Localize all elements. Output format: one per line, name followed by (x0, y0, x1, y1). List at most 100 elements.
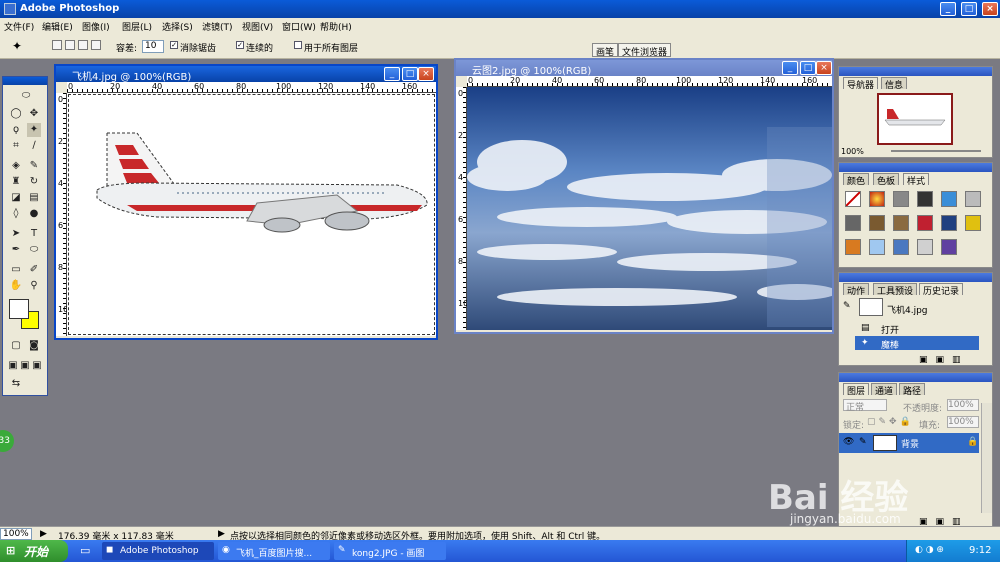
history-brush-icon[interactable]: ↻ (27, 175, 41, 189)
palette-well-brushes[interactable]: 画笔 (592, 43, 619, 58)
magic-wand-tool-icon[interactable]: ✦ (27, 123, 41, 137)
style-swatch[interactable] (845, 215, 861, 231)
close-button[interactable]: × (982, 2, 998, 16)
canvas-airplane[interactable] (67, 93, 436, 336)
fill-input[interactable]: 100% (947, 416, 979, 428)
menu-view[interactable]: 视图(V) (242, 20, 273, 33)
all-layers-checkbox[interactable] (294, 41, 302, 49)
lasso-tool-icon[interactable]: ϙ (9, 123, 23, 137)
menu-image[interactable]: 图像(I) (82, 20, 110, 33)
doc-maximize-button[interactable]: □ (402, 67, 418, 81)
gradient-tool-icon[interactable]: ▤ (27, 191, 41, 205)
style-swatch[interactable] (941, 215, 957, 231)
style-swatch[interactable] (845, 239, 861, 255)
style-swatch[interactable] (965, 215, 981, 231)
intersect-selection-icon[interactable] (91, 40, 101, 50)
status-arrow-icon[interactable]: ▶ (40, 529, 47, 539)
standard-mode-icon[interactable]: ▢ (9, 339, 23, 353)
lock-icons[interactable]: ▢✎✥🔒 (867, 417, 914, 427)
eraser-tool-icon[interactable]: ◪ (9, 191, 23, 205)
blur-tool-icon[interactable]: ◊ (9, 207, 23, 221)
move-tool-icon[interactable]: ✥ (27, 107, 41, 121)
healing-brush-icon[interactable]: ◈ (9, 159, 23, 173)
brush-link-icon[interactable]: ✎ (859, 437, 867, 447)
navigator-preview[interactable] (877, 93, 953, 145)
palette-header[interactable] (839, 273, 992, 282)
history-footer-buttons[interactable]: ▣▣▥ (919, 355, 969, 365)
maximize-button[interactable]: □ (961, 2, 977, 16)
style-swatch[interactable] (917, 239, 933, 255)
eyedropper-icon[interactable]: ✐ (27, 263, 41, 277)
style-swatch[interactable] (965, 191, 981, 207)
style-swatch[interactable] (893, 239, 909, 255)
palette-header[interactable] (839, 373, 992, 382)
dodge-tool-icon[interactable]: ● (27, 207, 41, 221)
tray-icons[interactable]: ◐ ◑ ⊕ (915, 545, 944, 555)
doc-maximize-button[interactable]: □ (800, 61, 816, 75)
document-title-bar[interactable]: 飞机4.jpg @ 100%(RGB) _ □ × (56, 66, 436, 83)
menu-edit[interactable]: 编辑(E) (42, 20, 73, 33)
slice-tool-icon[interactable]: ∕ (27, 139, 41, 153)
blend-mode-select[interactable]: 正常 (843, 399, 887, 413)
document-window-clouds[interactable]: 云图2.jpg @ 100%(RGB) _ □ × 0 20 40 60 80 … (454, 58, 837, 334)
imageready-icon[interactable]: ⇆ (9, 377, 23, 391)
snapshot-thumbnail[interactable] (859, 298, 883, 316)
style-swatch[interactable] (941, 239, 957, 255)
document-title-bar[interactable]: 云图2.jpg @ 100%(RGB) _ □ × (456, 60, 832, 77)
style-swatch[interactable] (941, 191, 957, 207)
style-swatch-none[interactable] (845, 191, 861, 207)
zoom-tool-icon[interactable]: ⚲ (27, 279, 41, 293)
style-swatch[interactable] (869, 239, 885, 255)
menu-select[interactable]: 选择(S) (162, 20, 193, 33)
history-item-open[interactable]: ▤ 打开 (839, 321, 979, 336)
tab-swatches[interactable]: 色板 (873, 173, 900, 187)
style-swatch[interactable] (869, 191, 885, 207)
marquee-tool-icon[interactable]: ◯ (9, 107, 23, 121)
palette-header[interactable] (839, 163, 992, 172)
style-swatch[interactable] (893, 191, 909, 207)
tab-styles[interactable]: 样式 (903, 173, 930, 187)
tab-history[interactable]: 历史记录 (919, 283, 964, 297)
doc-minimize-button[interactable]: _ (782, 61, 798, 75)
pen-tool-icon[interactable]: ✒ (9, 243, 23, 257)
history-item-magic-wand[interactable]: ✦ 魔棒 (855, 336, 979, 351)
palette-well-file-browser[interactable]: 文件浏览器 (618, 43, 672, 58)
eye-icon[interactable]: 👁 (843, 437, 854, 447)
menu-filter[interactable]: 滤镜(T) (202, 20, 233, 33)
style-swatch[interactable] (917, 215, 933, 231)
tab-actions[interactable]: 动作 (843, 283, 870, 297)
minimize-button[interactable]: _ (940, 2, 956, 16)
navigator-zoom-slider[interactable] (891, 150, 981, 152)
tab-paths[interactable]: 路径 (899, 383, 926, 397)
screen-mode-full-icon[interactable]: ▣ (31, 359, 43, 373)
doc-close-button[interactable]: × (816, 61, 832, 75)
menu-layer[interactable]: 图层(L) (122, 20, 152, 33)
add-selection-icon[interactable] (65, 40, 75, 50)
history-brush-icon[interactable]: ✎ (843, 301, 855, 313)
tolerance-input[interactable]: 10 (142, 40, 164, 53)
tab-tool-presets[interactable]: 工具预设 (873, 283, 918, 297)
tab-info[interactable]: 信息 (881, 77, 908, 91)
screen-mode-full-menu-icon[interactable]: ▣ (19, 359, 31, 373)
path-select-icon[interactable]: ➤ (9, 227, 23, 241)
antialias-checkbox[interactable]: ✓ (170, 41, 178, 49)
style-swatch[interactable] (869, 215, 885, 231)
menu-file[interactable]: 文件(F) (4, 20, 34, 33)
taskbar-item-paint[interactable]: ✎ kong2.JPG - 画图 (334, 542, 446, 560)
quick-mask-icon[interactable]: ◙ (27, 339, 41, 353)
type-tool-icon[interactable]: T (27, 227, 41, 241)
palette-header[interactable] (839, 67, 992, 76)
feather-icon[interactable]: ⬭ (11, 89, 41, 103)
subtract-selection-icon[interactable] (78, 40, 88, 50)
contiguous-checkbox[interactable]: ✓ (236, 41, 244, 49)
doc-close-button[interactable]: × (418, 67, 434, 81)
taskbar-item-photoshop[interactable]: ◼ Adobe Photoshop (102, 542, 214, 560)
style-swatch[interactable] (893, 215, 909, 231)
notes-tool-icon[interactable]: ▭ (9, 263, 23, 277)
show-desktop-icon[interactable]: ▭ (80, 544, 90, 557)
tab-navigator[interactable]: 导航器 (843, 77, 879, 91)
magic-wand-icon[interactable]: ✦ (12, 39, 22, 53)
foreground-color[interactable] (9, 299, 29, 319)
menu-help[interactable]: 帮助(H) (320, 20, 352, 33)
tab-layers[interactable]: 图层 (843, 383, 870, 397)
